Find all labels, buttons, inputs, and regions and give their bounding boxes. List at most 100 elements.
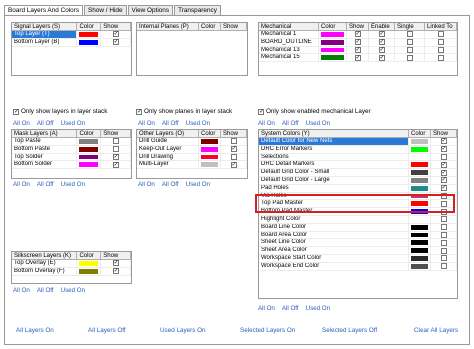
layer-link[interactable]: Used On <box>61 120 85 127</box>
table-row[interactable]: Default Grid Color - Small ✓ <box>259 169 457 177</box>
all-layers-off-link[interactable]: All Layers Off <box>88 327 126 334</box>
table-row[interactable]: Default Grid Color - Large ✓ <box>259 176 457 185</box>
show-checkbox[interactable] <box>230 138 237 145</box>
table-row[interactable]: Bottom Solder ✓ <box>12 161 131 170</box>
show-checkbox[interactable]: ✓ <box>112 153 119 160</box>
show-checkbox[interactable]: ✓ <box>440 185 447 192</box>
show-checkbox[interactable]: ✓ <box>440 177 447 184</box>
show-checkbox[interactable]: ✓ <box>230 146 237 153</box>
show-checkbox[interactable]: ✓ <box>440 169 447 176</box>
table-row[interactable]: Mechanical 15 ✓ ✓ <box>259 54 457 63</box>
color-swatch[interactable] <box>409 184 431 192</box>
show-checkbox[interactable]: ✓ <box>440 138 447 145</box>
table-row[interactable]: Workspace Start Color <box>259 254 457 263</box>
color-swatch[interactable] <box>409 153 431 161</box>
color-swatch[interactable] <box>409 223 431 231</box>
table-row[interactable]: Board Area Color <box>259 231 457 240</box>
table-row[interactable]: Top Overlay (E) ✓ <box>12 260 131 268</box>
table-row[interactable]: Board Line Color <box>259 223 457 232</box>
layer-link[interactable]: Used On <box>61 181 85 188</box>
table-row[interactable]: Multi-Layer ✓ <box>137 161 247 170</box>
color-swatch[interactable] <box>409 169 431 176</box>
table-row[interactable]: Top Solder ✓ <box>12 153 131 162</box>
color-swatch[interactable] <box>409 161 431 169</box>
layer-link[interactable]: All Off <box>282 305 299 312</box>
table-row[interactable]: Pad Holes ✓ <box>259 184 457 193</box>
show-checkbox[interactable]: ✓ <box>112 39 119 46</box>
show-checkbox[interactable] <box>440 263 447 270</box>
show-checkbox[interactable]: ✓ <box>354 46 361 53</box>
color-swatch[interactable] <box>77 38 102 46</box>
table-row[interactable]: Mechanical 13 ✓ ✓ <box>259 46 457 55</box>
tab-2[interactable]: View Options <box>127 5 174 15</box>
color-swatch[interactable] <box>199 145 221 153</box>
show-checkbox[interactable]: ✓ <box>230 161 237 168</box>
color-swatch[interactable] <box>319 46 347 54</box>
table-row[interactable]: BOARD_OUTLINE ✓ ✓ <box>259 38 457 47</box>
layer-link[interactable]: All On <box>258 305 275 312</box>
color-swatch[interactable] <box>77 161 102 169</box>
layer-link[interactable]: All On <box>138 120 155 127</box>
show-checkbox[interactable] <box>440 255 447 262</box>
table-row[interactable]: Bottom Overlay (F) ✓ <box>12 267 131 276</box>
color-swatch[interactable] <box>409 254 431 262</box>
table-row[interactable]: Highlight Color <box>259 215 457 224</box>
layer-link[interactable]: All On <box>13 181 30 188</box>
table-row[interactable]: Sheet Line Color <box>259 239 457 248</box>
selected-layers-on-link[interactable]: Selected Layers On <box>240 327 295 334</box>
layer-link[interactable]: All On <box>13 120 30 127</box>
used-layers-on-link[interactable]: Used Layers On <box>160 327 206 334</box>
show-checkbox[interactable] <box>230 153 237 160</box>
table-row[interactable]: Selections <box>259 153 457 162</box>
color-swatch[interactable] <box>319 31 347 38</box>
linked-checkbox[interactable] <box>437 46 444 53</box>
layer-link[interactable]: All On <box>13 287 30 294</box>
color-swatch[interactable] <box>409 145 431 153</box>
layer-link[interactable]: Used On <box>61 287 85 294</box>
enable-checkbox[interactable]: ✓ <box>378 31 385 38</box>
color-swatch[interactable] <box>409 247 431 254</box>
linked-checkbox[interactable] <box>437 54 444 61</box>
planes-stack-option[interactable]: ✓ Only show planes in layer stack <box>136 108 232 115</box>
layer-link[interactable]: Used On <box>306 120 330 127</box>
linked-checkbox[interactable] <box>437 31 444 38</box>
show-checkbox[interactable]: ✓ <box>354 54 361 61</box>
show-checkbox[interactable]: ✓ <box>440 161 447 168</box>
table-row[interactable]: Workspace End Color <box>259 262 457 271</box>
show-checkbox[interactable]: ✓ <box>112 260 119 267</box>
color-swatch[interactable] <box>77 31 102 38</box>
color-swatch[interactable] <box>77 145 102 153</box>
single-checkbox[interactable] <box>406 39 413 46</box>
color-swatch[interactable] <box>409 176 431 184</box>
layer-link[interactable]: All Off <box>162 181 179 188</box>
show-checkbox[interactable] <box>112 146 119 153</box>
table-row[interactable]: Bottom Paste <box>12 145 131 154</box>
table-row[interactable]: Bottom Layer (B) ✓ <box>12 38 131 47</box>
enable-checkbox[interactable]: ✓ <box>378 54 385 61</box>
show-checkbox[interactable] <box>440 231 447 238</box>
layer-link[interactable]: Used On <box>186 120 210 127</box>
table-row[interactable]: DRC Detail Markers ✓ <box>259 161 457 170</box>
single-checkbox[interactable] <box>406 31 413 38</box>
layers-stack-checkbox[interactable]: ✓ <box>13 108 19 115</box>
layer-link[interactable]: All Off <box>37 287 54 294</box>
selected-layers-off-link[interactable]: Selected Layers Off <box>322 327 377 334</box>
color-swatch[interactable] <box>409 138 431 145</box>
show-checkbox[interactable]: ✓ <box>112 268 119 275</box>
color-swatch[interactable] <box>409 231 431 239</box>
color-swatch[interactable] <box>409 239 431 247</box>
table-row[interactable]: Top Paste <box>12 138 131 146</box>
show-checkbox[interactable] <box>440 153 447 160</box>
color-swatch[interactable] <box>199 138 221 145</box>
color-swatch[interactable] <box>319 54 347 62</box>
color-swatch[interactable] <box>77 260 102 267</box>
show-checkbox[interactable]: ✓ <box>440 146 447 153</box>
color-swatch[interactable] <box>409 262 431 270</box>
table-row[interactable]: Mechanical 1 ✓ ✓ <box>259 31 457 39</box>
single-checkbox[interactable] <box>406 46 413 53</box>
table-row[interactable]: Drill Drawing <box>137 153 247 162</box>
layer-link[interactable]: All On <box>138 181 155 188</box>
linked-checkbox[interactable] <box>437 39 444 46</box>
color-swatch[interactable] <box>409 215 431 223</box>
layers-stack-option[interactable]: ✓ Only show layers in layer stack <box>13 108 107 115</box>
